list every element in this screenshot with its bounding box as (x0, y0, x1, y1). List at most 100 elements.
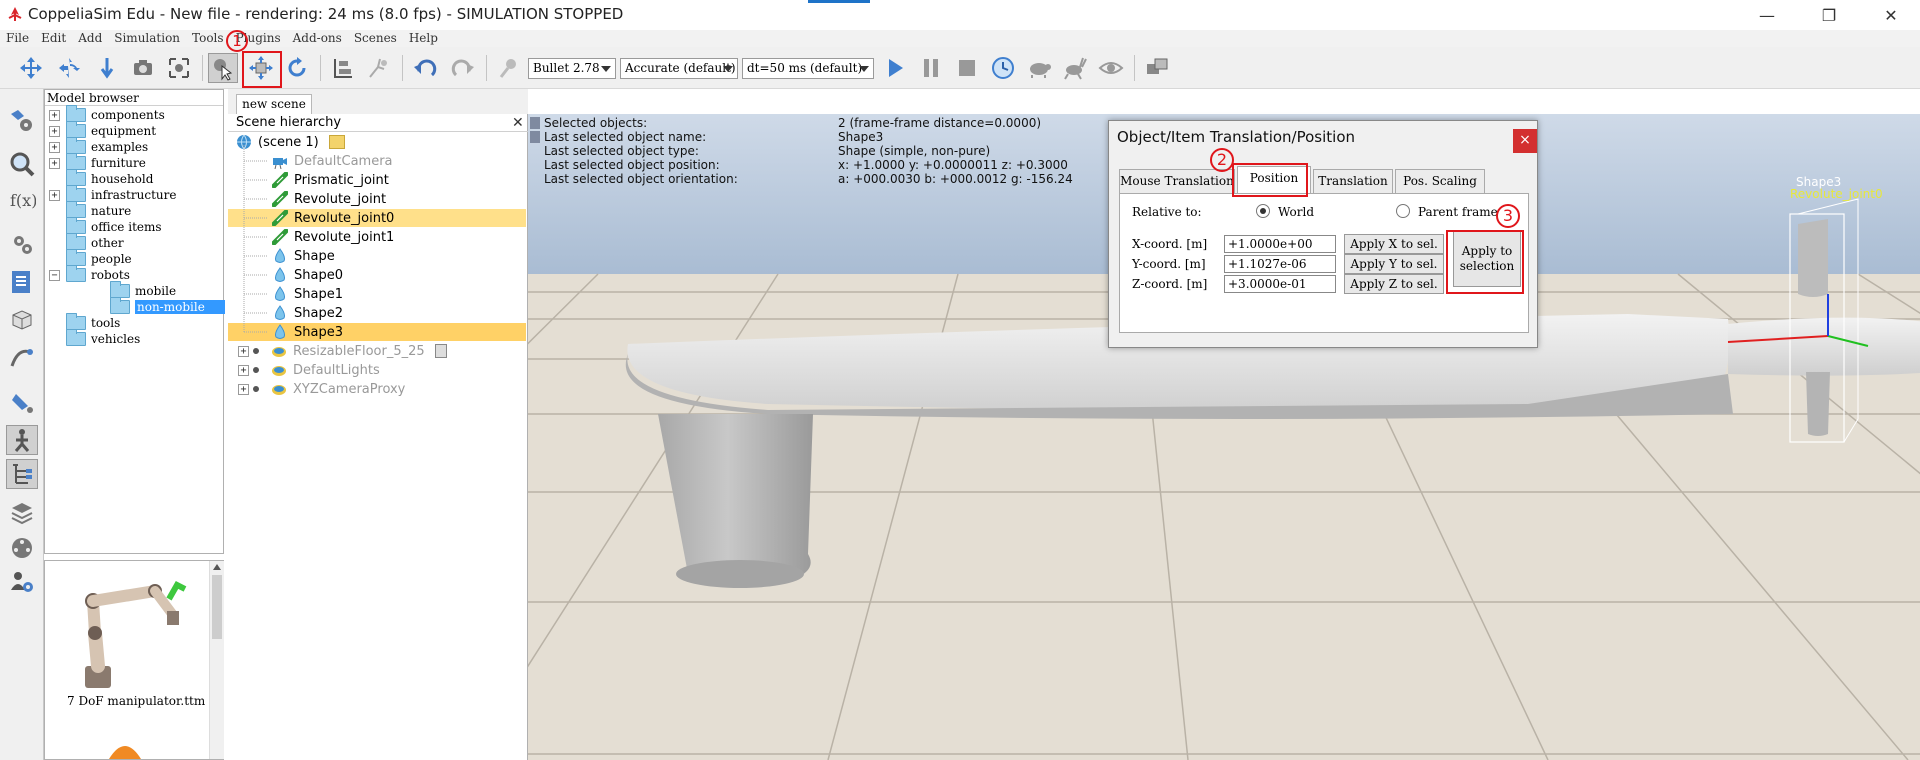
x-coord-input[interactable]: +1.0000e+00 (1224, 235, 1336, 253)
expand-icon[interactable]: + (49, 189, 60, 201)
thumbnail-scrollbar[interactable] (209, 561, 224, 759)
page-selector-icon[interactable] (1142, 53, 1172, 83)
apply-x-button[interactable]: Apply X to sel. (1344, 234, 1444, 254)
assemble-icon[interactable] (328, 53, 358, 83)
script-icon[interactable]: f(x) (6, 185, 38, 215)
realtime-icon[interactable] (988, 53, 1018, 83)
tab-new-scene[interactable]: new scene (236, 94, 312, 114)
camera-rotate-icon[interactable] (54, 53, 84, 83)
click-select-icon[interactable] (208, 53, 238, 83)
hierarchy-item-Shape0[interactable]: Shape0 (228, 266, 526, 284)
play-icon[interactable] (880, 53, 910, 83)
close-icon[interactable]: ✕ (512, 115, 524, 131)
stop-icon[interactable] (952, 53, 982, 83)
scroll-up-icon[interactable] (213, 564, 221, 570)
camera-view-icon[interactable] (164, 53, 194, 83)
tab-translation[interactable]: Translation (1313, 169, 1393, 193)
accuracy-select[interactable]: Accurate (default) (620, 58, 738, 79)
manipulator-thumbnail[interactable] (65, 571, 195, 696)
script-file-icon[interactable] (328, 135, 345, 149)
redo-icon[interactable] (448, 53, 478, 83)
hierarchy-item-Revolute_joint[interactable]: Revolute_joint (228, 190, 526, 208)
z-coord-input[interactable]: +3.0000e-01 (1224, 275, 1336, 293)
engine-icon[interactable] (494, 53, 524, 83)
y-coord-input[interactable]: +1.1027e-06 (1224, 255, 1336, 273)
apply-z-button[interactable]: Apply Z to sel. (1344, 274, 1444, 294)
info-toggle-icon[interactable] (530, 117, 540, 129)
scroll-thumb[interactable] (212, 575, 222, 639)
hierarchy-item-DefaultLights[interactable]: + DefaultLights (228, 361, 526, 379)
model-folder-household[interactable]: household (49, 169, 153, 187)
model-folder-mobile[interactable]: mobile (93, 281, 176, 299)
expand-icon[interactable]: + (238, 345, 249, 357)
hierarchy-item-Shape3[interactable]: Shape3 (228, 323, 526, 341)
model-folder-vehicles[interactable]: vehicles (49, 329, 140, 347)
menu-addons[interactable]: Add-ons (287, 30, 348, 47)
parent-frame-radio-label[interactable]: Parent frame (1418, 205, 1498, 219)
camera-pan-icon[interactable] (16, 53, 46, 83)
shape-edit-icon[interactable] (6, 305, 38, 335)
menu-simulation[interactable]: Simulation (108, 30, 186, 47)
speed-up-icon[interactable] (1060, 53, 1090, 83)
hierarchy-item-Shape[interactable]: Shape (228, 247, 526, 265)
undo-icon[interactable] (410, 53, 440, 83)
visualization-icon[interactable] (1096, 53, 1126, 83)
pause-icon[interactable] (916, 53, 946, 83)
expand-icon[interactable]: + (49, 141, 60, 153)
slow-down-icon[interactable] (1024, 53, 1054, 83)
menu-edit[interactable]: Edit (35, 30, 72, 47)
timestep-select[interactable]: dt=50 ms (default) (742, 58, 874, 79)
hierarchy-item-DefaultCamera[interactable]: DefaultCamera (228, 152, 526, 170)
apply-y-button[interactable]: Apply Y to sel. (1344, 254, 1444, 274)
calculation-modules-icon[interactable] (6, 267, 38, 297)
world-radio[interactable] (1256, 204, 1270, 218)
user-settings-icon[interactable] (6, 567, 38, 597)
world-radio-label[interactable]: World (1278, 205, 1314, 219)
expand-icon[interactable]: + (238, 383, 249, 395)
layers-icon[interactable] (6, 497, 38, 527)
hierarchy-item-Revolute_joint1[interactable]: Revolute_joint1 (228, 228, 526, 246)
camera-fit-icon[interactable] (128, 53, 158, 83)
close-window-button[interactable]: ✕ (1866, 0, 1916, 30)
model-folder-furniture[interactable]: + furniture (49, 153, 146, 171)
zoom-icon[interactable] (6, 149, 38, 179)
next-thumbnail-preview[interactable] (105, 739, 145, 759)
hierarchy-item-Revolute_joint0[interactable]: Revolute_joint0 (228, 209, 526, 227)
model-folder-non-mobile[interactable]: non-mobile (93, 297, 225, 315)
path-edit-icon[interactable] (6, 343, 38, 373)
parent-frame-radio[interactable] (1396, 204, 1410, 218)
hierarchy-item-XYZCameraProxy[interactable]: + XYZCameraProxy (228, 380, 526, 398)
script-doc-icon[interactable] (434, 344, 447, 358)
object-rotate-icon[interactable] (282, 53, 312, 83)
model-folder-people[interactable]: people (49, 249, 132, 267)
model-folder-nature[interactable]: nature (49, 201, 131, 219)
hierarchy-item-Shape1[interactable]: Shape1 (228, 285, 526, 303)
engine-select[interactable]: Bullet 2.78 (528, 58, 616, 79)
video-recorder-icon[interactable] (6, 533, 38, 563)
camera-shift-icon[interactable] (92, 53, 122, 83)
tab-pos-scaling[interactable]: Pos. Scaling (1395, 169, 1485, 193)
menu-file[interactable]: File (0, 30, 35, 47)
collapse-icon[interactable]: − (49, 269, 60, 281)
hierarchy-item-Prismatic_joint[interactable]: Prismatic_joint (228, 171, 526, 189)
expand-icon[interactable]: + (238, 364, 249, 376)
dialog-close-button[interactable]: × (1513, 129, 1537, 153)
expand-icon[interactable]: + (49, 157, 60, 169)
model-browser-toggle-icon[interactable] (6, 425, 38, 455)
simulation-settings-icon[interactable] (6, 105, 38, 135)
paint-icon[interactable] (6, 387, 38, 417)
transfer-dna-icon[interactable] (364, 53, 394, 83)
hierarchy-item-ResizableFloor_5_25[interactable]: + ResizableFloor_5_25 (228, 342, 526, 360)
minimize-button[interactable]: — (1742, 0, 1792, 30)
model-folder-examples[interactable]: + examples (49, 137, 148, 155)
tab-mouse-translation[interactable]: Mouse Translation (1119, 169, 1235, 193)
model-folder-equipment[interactable]: + equipment (49, 121, 156, 139)
properties-icon[interactable] (6, 229, 38, 259)
menu-help[interactable]: Help (403, 30, 444, 47)
expand-icon[interactable]: + (49, 125, 60, 137)
menu-add[interactable]: Add (72, 30, 108, 47)
hierarchy-item--scene-1-[interactable]: (scene 1) (228, 133, 526, 151)
scene-hierarchy-toggle-icon[interactable] (6, 459, 38, 489)
restore-button[interactable]: ❐ (1804, 0, 1854, 30)
hierarchy-item-Shape2[interactable]: Shape2 (228, 304, 526, 322)
